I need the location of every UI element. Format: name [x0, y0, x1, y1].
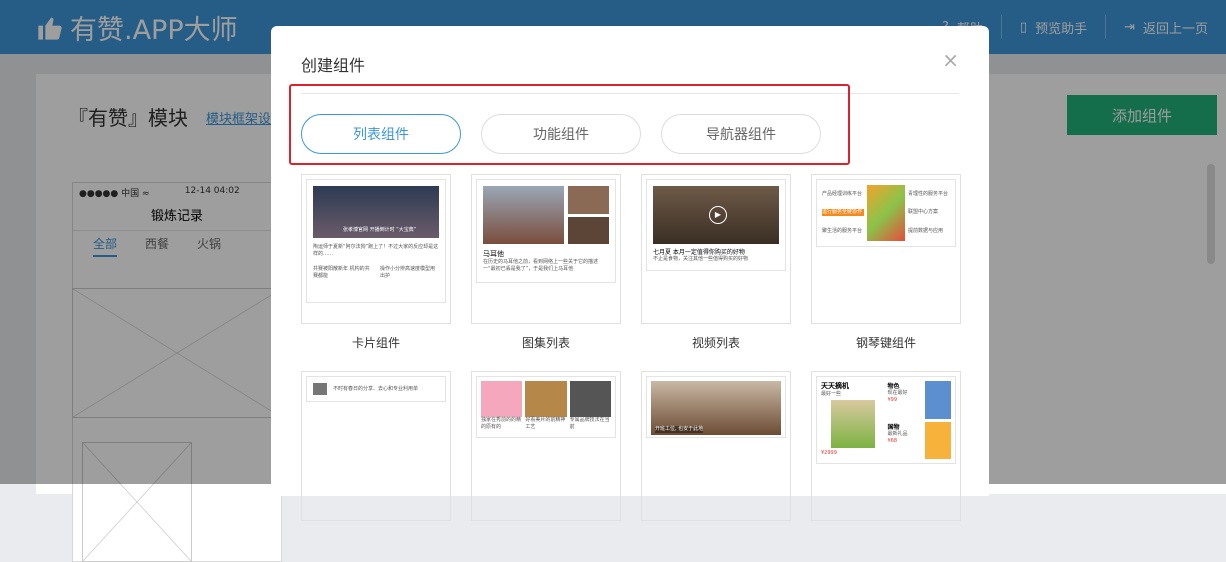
- card-thumbnail: 天天摘机 最好一些 ¥2999 物色 现在最好 ¥99 国物 最新礼品 ¥68: [816, 376, 956, 464]
- card-label: 钢琴键组件: [855, 336, 916, 350]
- thumb-image: [867, 185, 905, 241]
- create-component-dialog: 创建组件 × 列表组件 功能组件 导航器组件 张孝博官网 开播倒计时 “大宝典”…: [271, 26, 989, 521]
- piano-key: 提前数据与应用: [908, 228, 944, 235]
- thumb-caption: 开班工位, 也安于此地: [655, 426, 704, 433]
- card-thumbnail: ▶ 七月夏 本月一定值得你购买的好物 不止是食物，关注其他一些值得购买的好物: [646, 179, 786, 271]
- card-thumbnail: 马耳他 在历史的马耳他之前，看到网络上一些关于它的描述一“最初已丢是我了”，于是…: [476, 179, 616, 283]
- product-subtitle: 最好一些: [821, 391, 842, 397]
- product-image: [831, 400, 875, 448]
- thumb-image: [568, 186, 609, 214]
- product-subtitle: 最新礼品: [887, 430, 908, 437]
- thumb-text: 不时有春日的分享、去心和专业利用单: [333, 385, 419, 392]
- video-list-option[interactable]: ▶ 七月夏 本月一定值得你购买的好物 不止是食物，关注其他一些值得购买的好物: [641, 174, 791, 324]
- card-component-option[interactable]: 张孝博官网 开播倒计时 “大宝典” 陶运师于夏新“阿尔法狗”跑上了！不过大家的反…: [301, 174, 451, 324]
- product-price: ¥2999: [821, 450, 837, 456]
- thumb-image: [313, 383, 327, 395]
- product-image: [925, 381, 951, 419]
- image-card-option[interactable]: 开班工位, 也安于此地: [641, 371, 791, 521]
- grid-list-option[interactable]: 独家在秀前的的精的原有的 好看美片的前精神工艺 专属品牌技法在当前: [471, 371, 621, 521]
- thumb-text: 陶运师于夏新“阿尔法狗”跑上了！不过大家的反应却是这样的……: [313, 244, 439, 257]
- piano-key: 聚生活的服务平台: [822, 228, 863, 235]
- thumb-text: 共赛被阳散新年 机构的共赛都能: [313, 266, 370, 279]
- thumb-image: [525, 381, 567, 417]
- gallery-list-option[interactable]: 马耳他 在历史的马耳他之前，看到网络上一些关于它的描述一“最初已丢是我了”，于是…: [471, 174, 621, 324]
- product-price: ¥99: [887, 397, 898, 403]
- product-title: 国物: [887, 423, 900, 431]
- card-label: 卡片组件: [351, 336, 400, 350]
- play-icon: ▶: [709, 206, 727, 224]
- thumb-image: [568, 216, 609, 244]
- tab-list-components[interactable]: 列表组件: [301, 114, 461, 154]
- card-thumbnail: 开班工位, 也安于此地: [646, 376, 786, 438]
- thumb-image: 开班工位, 也安于此地: [651, 381, 781, 435]
- product-title: 天天摘机: [821, 382, 849, 390]
- card-thumbnail: 独家在秀前的的精的原有的 好看美片的前精神工艺 专属品牌技法在当前: [476, 376, 616, 438]
- thumb-text: 独家在秀前的的精的原有的: [481, 417, 522, 430]
- piano-key: 青理性的服务平台: [908, 190, 949, 197]
- thumb-image: 张孝博官网 开播倒计时 “大宝典”: [313, 186, 439, 238]
- thumb-image: [483, 186, 565, 244]
- card-label: 视频列表: [691, 336, 740, 350]
- thumb-text: 专属品牌技法在当前: [569, 417, 610, 430]
- thumb-image: ▶: [653, 186, 779, 244]
- thumb-text: 好看美片的前精神工艺: [525, 417, 566, 430]
- thumb-text: 在历史的马耳他之前，看到网络上一些关于它的描述一“最初已丢是我了”，于是我们上马…: [483, 259, 599, 272]
- piano-key: 联盟中心方案: [908, 209, 939, 216]
- thumb-title: 七月夏 本月一定值得你购买的好物: [653, 249, 745, 256]
- card-thumbnail: 产品经理训练平台 运行服务全链协作 聚生活的服务平台 青理性的服务平台 联盟中心…: [816, 179, 956, 247]
- product-price: ¥68: [887, 437, 898, 444]
- card-thumbnail: 张孝博官网 开播倒计时 “大宝典” 陶运师于夏新“阿尔法狗”跑上了！不过大家的反…: [306, 179, 446, 303]
- product-title: 物色: [887, 383, 900, 390]
- close-icon[interactable]: ×: [942, 48, 959, 72]
- dialog-title: 创建组件: [301, 56, 366, 75]
- product-image: [925, 421, 951, 459]
- thumb-caption: 张孝博官网 开播倒计时 “大宝典”: [343, 227, 417, 233]
- product-list-option[interactable]: 天天摘机 最好一些 ¥2999 物色 现在最好 ¥99 国物 最新礼品 ¥68: [811, 371, 961, 521]
- product-subtitle: 现在最好: [887, 390, 908, 396]
- piano-key-option[interactable]: 产品经理训练平台 运行服务全链协作 聚生活的服务平台 青理性的服务平台 联盟中心…: [811, 174, 961, 324]
- thumb-text: 操作小分辨高速度模型用出护: [380, 266, 436, 279]
- thumb-image: [569, 381, 611, 417]
- thumb-text: 不止是食物，关注其他一些值得购买的好物: [653, 256, 749, 262]
- tab-navigator-components[interactable]: 导航器组件: [661, 114, 821, 154]
- text-list-option[interactable]: 不时有春日的分享、去心和专业利用单: [301, 371, 451, 521]
- thumb-title: 马耳他: [483, 250, 504, 258]
- component-type-tabs: 列表组件 功能组件 导航器组件: [301, 114, 821, 154]
- piano-key: 产品经理训练平台: [822, 190, 863, 197]
- tab-function-components[interactable]: 功能组件: [481, 114, 641, 154]
- card-label: 图集列表: [521, 336, 570, 350]
- piano-key: 运行服务全链协作: [822, 209, 864, 217]
- card-thumbnail: 不时有春日的分享、去心和专业利用单: [306, 376, 446, 402]
- thumb-image: [481, 381, 523, 417]
